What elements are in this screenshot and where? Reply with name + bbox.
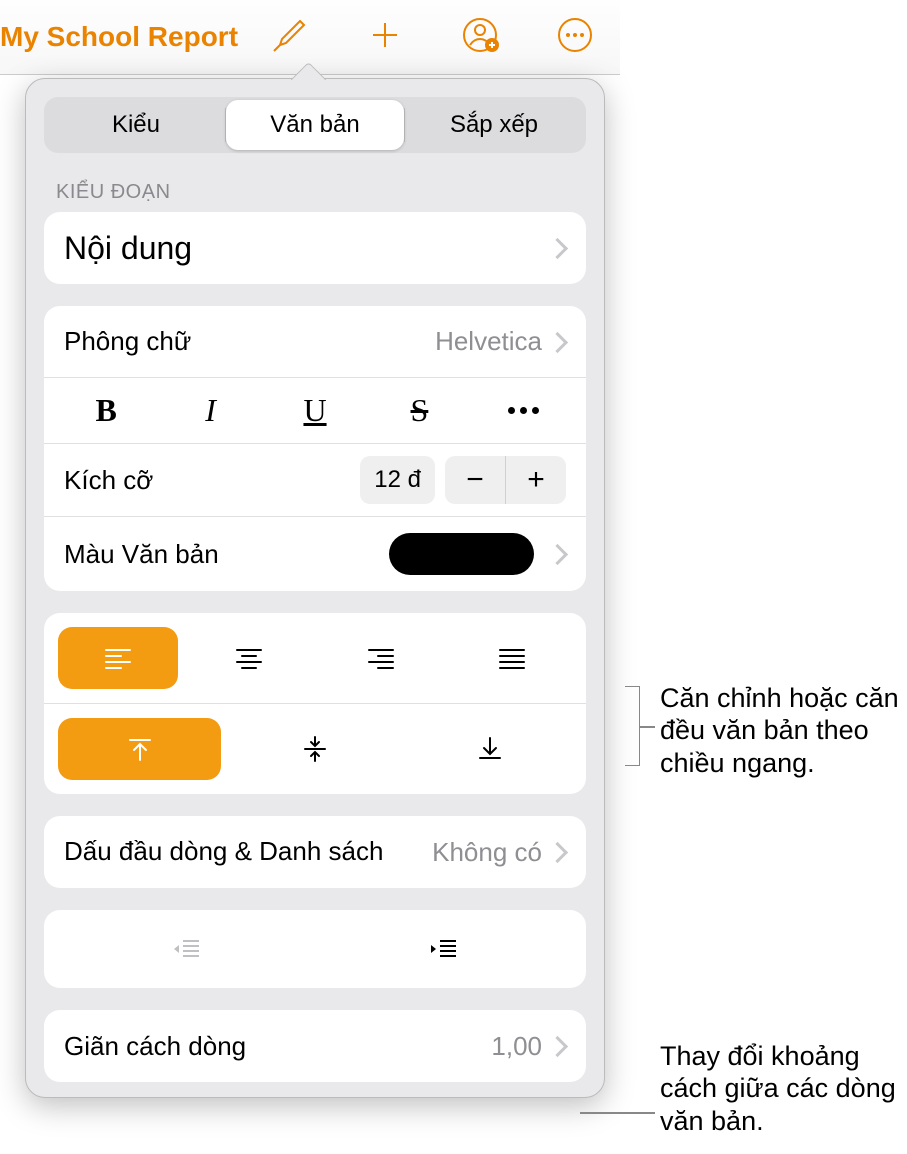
callout-bracket <box>625 686 640 766</box>
alignment-card <box>44 613 586 794</box>
paragraph-style-value: Nội dung <box>64 230 552 267</box>
callout-line <box>640 726 655 728</box>
bullets-label: Dấu đầu dòng & Danh sách <box>64 836 432 867</box>
tab-text[interactable]: Văn bản <box>226 100 404 150</box>
size-stepper: − + <box>445 456 566 504</box>
paragraph-style-heading: KIỂU ĐOẠN <box>56 181 574 204</box>
line-spacing-row[interactable]: Giãn cách dòng 1,00 <box>44 1010 586 1082</box>
ellipsis-icon <box>472 407 576 414</box>
valign-middle-button[interactable] <box>233 718 396 780</box>
tab-arrange[interactable]: Sắp xếp <box>405 100 583 150</box>
line-spacing-value: 1,00 <box>491 1031 542 1062</box>
callout-spacing: Thay đổi khoảng cách giữa các dòng văn b… <box>660 1040 905 1137</box>
horizontal-align-row <box>44 613 586 704</box>
text-color-label: Màu Văn bản <box>64 539 389 570</box>
vertical-align-row <box>44 704 586 794</box>
chevron-icon <box>552 236 566 260</box>
align-right-button[interactable] <box>321 627 441 689</box>
font-size-row: Kích cỡ 12 đ − + <box>44 444 586 517</box>
callout-line <box>580 1112 655 1114</box>
size-label: Kích cỡ <box>64 465 360 496</box>
format-popover: Kiểu Văn bản Sắp xếp KIỂU ĐOẠN Nội dung … <box>25 78 605 1098</box>
size-value[interactable]: 12 đ <box>360 456 435 504</box>
paragraph-style-row[interactable]: Nội dung <box>44 212 586 284</box>
text-color-swatch <box>389 533 534 575</box>
bullets-lists-row[interactable]: Dấu đầu dòng & Danh sách Không có <box>44 816 586 888</box>
increase-indent-button[interactable] <box>315 924 572 974</box>
align-center-button[interactable] <box>190 627 310 689</box>
font-value: Helvetica <box>435 326 542 357</box>
align-left-button[interactable] <box>58 627 178 689</box>
chevron-icon <box>552 542 566 566</box>
align-justify-button[interactable] <box>453 627 573 689</box>
decrease-indent-button[interactable] <box>58 924 315 974</box>
add-icon[interactable] <box>365 15 405 60</box>
chevron-icon <box>552 330 566 354</box>
text-color-row[interactable]: Màu Văn bản <box>44 517 586 591</box>
bullets-value: Không có <box>432 837 542 868</box>
bold-button[interactable]: B <box>54 392 158 429</box>
tab-style[interactable]: Kiểu <box>47 100 225 150</box>
document-title[interactable]: My School Report <box>0 21 238 53</box>
format-tabs: Kiểu Văn bản Sắp xếp <box>44 97 586 153</box>
size-decrease-button[interactable]: − <box>445 456 505 504</box>
more-circle-icon[interactable] <box>555 15 595 60</box>
underline-button[interactable]: U <box>263 392 367 429</box>
more-text-options-button[interactable] <box>472 407 576 414</box>
line-spacing-label: Giãn cách dòng <box>64 1031 491 1062</box>
chevron-icon <box>552 840 566 864</box>
size-increase-button[interactable]: + <box>506 456 566 504</box>
strikethrough-button[interactable]: S <box>367 392 471 429</box>
callout-align: Căn chỉnh hoặc căn đều văn bản theo chiề… <box>660 682 907 779</box>
valign-bottom-button[interactable] <box>409 718 572 780</box>
valign-top-button[interactable] <box>58 718 221 780</box>
font-label: Phông chữ <box>64 326 435 357</box>
indent-row <box>44 910 586 988</box>
chevron-icon <box>552 1034 566 1058</box>
font-row[interactable]: Phông chữ Helvetica <box>44 306 586 378</box>
italic-button[interactable]: I <box>158 392 262 429</box>
format-brush-icon[interactable] <box>270 15 310 60</box>
text-style-row: B I U S <box>44 378 586 444</box>
collaborate-icon[interactable] <box>460 15 500 60</box>
